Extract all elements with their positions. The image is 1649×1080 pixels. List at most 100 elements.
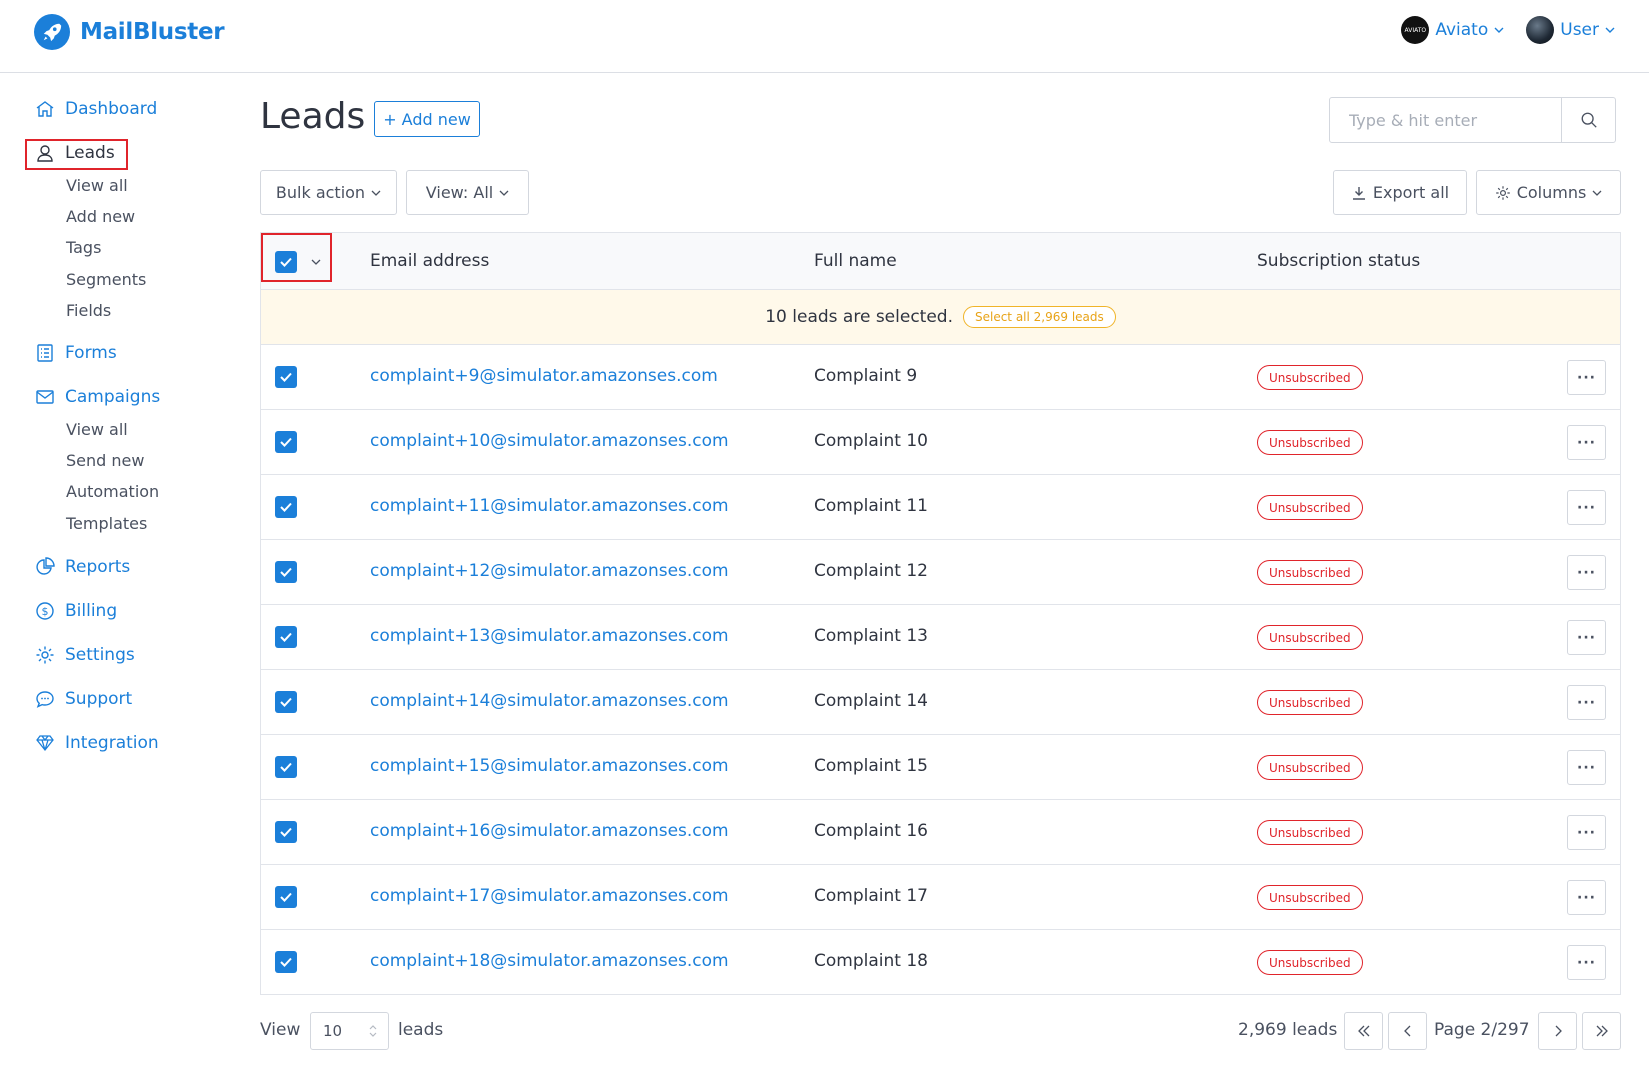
sidebar-subitem-campaigns-view-all[interactable]: View all <box>66 420 128 439</box>
row-checkbox[interactable] <box>275 561 297 583</box>
row-checkbox[interactable] <box>275 366 297 388</box>
status-badge: Unsubscribed <box>1257 625 1363 650</box>
first-page-button[interactable] <box>1344 1012 1383 1050</box>
lead-email-link[interactable]: complaint+13@simulator.amazonses.com <box>370 626 729 646</box>
row-checkbox[interactable] <box>275 496 297 518</box>
sidebar-item-label: Leads <box>65 143 115 163</box>
table-row: complaint+14@simulator.amazonses.com Com… <box>261 670 1620 735</box>
lead-email-link[interactable]: complaint+18@simulator.amazonses.com <box>370 951 729 971</box>
sidebar-item-billing[interactable]: $ Billing <box>35 601 117 621</box>
select-all-checkbox[interactable] <box>275 251 297 273</box>
sidebar-subitem-segments[interactable]: Segments <box>66 270 146 289</box>
user-avatar <box>1526 16 1555 44</box>
row-checkbox[interactable] <box>275 691 297 713</box>
next-page-button[interactable] <box>1538 1012 1577 1050</box>
user-menu-label: User <box>1560 20 1599 40</box>
lead-email-link[interactable]: complaint+17@simulator.amazonses.com <box>370 886 729 906</box>
bulk-action-dropdown[interactable]: Bulk action <box>260 170 397 215</box>
lead-email-link[interactable]: complaint+14@simulator.amazonses.com <box>370 691 729 711</box>
sidebar-item-integration[interactable]: Integration <box>35 733 159 753</box>
download-icon <box>1352 186 1365 200</box>
dollar-icon: $ <box>35 601 55 621</box>
lead-email-link[interactable]: complaint+10@simulator.amazonses.com <box>370 431 729 451</box>
row-more-button[interactable]: ··· <box>1567 490 1606 525</box>
sidebar-item-dashboard[interactable]: Dashboard <box>35 99 157 119</box>
sidebar-item-forms[interactable]: Forms <box>35 343 117 363</box>
column-header-email[interactable]: Email address <box>370 251 489 271</box>
row-checkbox[interactable] <box>275 431 297 453</box>
row-checkbox[interactable] <box>275 626 297 648</box>
sidebar-subitem-templates[interactable]: Templates <box>66 514 147 533</box>
chevron-down-icon <box>1592 190 1602 196</box>
select-all-leads-button[interactable]: Select all 2,969 leads <box>962 306 1116 328</box>
column-header-name[interactable]: Full name <box>814 251 897 271</box>
per-page-suffix: leads <box>398 1020 444 1040</box>
lead-email-link[interactable]: complaint+15@simulator.amazonses.com <box>370 756 729 776</box>
org-menu-label: Aviato <box>1435 20 1489 40</box>
app-logo[interactable]: MailBluster <box>34 14 225 50</box>
user-menu[interactable]: User <box>1526 16 1615 44</box>
rocket-icon <box>34 14 70 50</box>
lead-full-name: Complaint 10 <box>814 431 928 451</box>
row-checkbox[interactable] <box>275 756 297 778</box>
sidebar-item-campaigns[interactable]: Campaigns <box>35 387 160 407</box>
lead-email-link[interactable]: complaint+12@simulator.amazonses.com <box>370 561 729 581</box>
last-page-button[interactable] <box>1582 1012 1621 1050</box>
user-icon <box>35 143 55 163</box>
row-more-button[interactable]: ··· <box>1567 945 1606 980</box>
sidebar-item-reports[interactable]: Reports <box>35 557 130 577</box>
lead-email-link[interactable]: complaint+16@simulator.amazonses.com <box>370 821 729 841</box>
status-badge: Unsubscribed <box>1257 950 1363 975</box>
chevron-down-icon[interactable] <box>311 257 321 267</box>
chevron-down-icon <box>499 190 509 196</box>
row-more-button[interactable]: ··· <box>1567 880 1606 915</box>
previous-page-button[interactable] <box>1388 1012 1427 1050</box>
table-row: complaint+10@simulator.amazonses.com Com… <box>261 410 1620 475</box>
row-checkbox[interactable] <box>275 951 297 973</box>
row-more-button[interactable]: ··· <box>1567 360 1606 395</box>
sidebar-subitem-fields[interactable]: Fields <box>66 301 111 320</box>
row-checkbox[interactable] <box>275 821 297 843</box>
export-all-button[interactable]: Export all <box>1333 170 1467 215</box>
columns-dropdown[interactable]: Columns <box>1476 170 1621 215</box>
lead-full-name: Complaint 13 <box>814 626 928 646</box>
search-button[interactable] <box>1561 98 1615 142</box>
chevron-down-icon <box>371 190 381 196</box>
sidebar-item-support[interactable]: Support <box>35 689 132 709</box>
row-checkbox[interactable] <box>275 886 297 908</box>
sidebar-item-label: Support <box>65 689 133 709</box>
row-more-button[interactable]: ··· <box>1567 555 1606 590</box>
column-header-status[interactable]: Subscription status <box>1257 251 1420 271</box>
check-icon <box>280 697 292 707</box>
search-input[interactable] <box>1330 98 1561 142</box>
chevron-down-icon <box>1494 27 1504 33</box>
row-more-button[interactable]: ··· <box>1567 425 1606 460</box>
row-more-button[interactable]: ··· <box>1567 685 1606 720</box>
add-new-button[interactable]: + Add new <box>374 101 480 137</box>
top-header: MailBluster AVIATO Aviato User <box>0 0 1649 73</box>
sidebar-subitem-automation[interactable]: Automation <box>66 482 159 501</box>
sidebar-subitem-send-new[interactable]: Send new <box>66 451 144 470</box>
view-filter-dropdown[interactable]: View: All <box>406 170 529 215</box>
status-badge: Unsubscribed <box>1257 755 1363 780</box>
org-menu[interactable]: AVIATO Aviato <box>1401 16 1504 44</box>
page-title: Leads <box>260 96 366 137</box>
per-page-select[interactable]: 10 <box>310 1012 389 1050</box>
lead-email-link[interactable]: complaint+9@simulator.amazonses.com <box>370 366 718 386</box>
row-more-button[interactable]: ··· <box>1567 815 1606 850</box>
chat-icon <box>35 689 55 709</box>
form-icon <box>35 343 55 363</box>
sidebar-subitem-leads-view-all[interactable]: View all <box>66 176 128 195</box>
lead-full-name: Complaint 18 <box>814 951 928 971</box>
sidebar-item-settings[interactable]: Settings <box>35 645 135 665</box>
check-icon <box>280 827 292 837</box>
sidebar-subitem-tags[interactable]: Tags <box>66 238 101 257</box>
lead-email-link[interactable]: complaint+11@simulator.amazonses.com <box>370 496 729 516</box>
home-icon <box>35 99 55 119</box>
lead-full-name: Complaint 16 <box>814 821 928 841</box>
app-name: MailBluster <box>80 19 225 45</box>
sidebar-item-leads[interactable]: Leads <box>35 143 115 163</box>
row-more-button[interactable]: ··· <box>1567 620 1606 655</box>
row-more-button[interactable]: ··· <box>1567 750 1606 785</box>
sidebar-subitem-leads-add-new[interactable]: Add new <box>66 207 135 226</box>
